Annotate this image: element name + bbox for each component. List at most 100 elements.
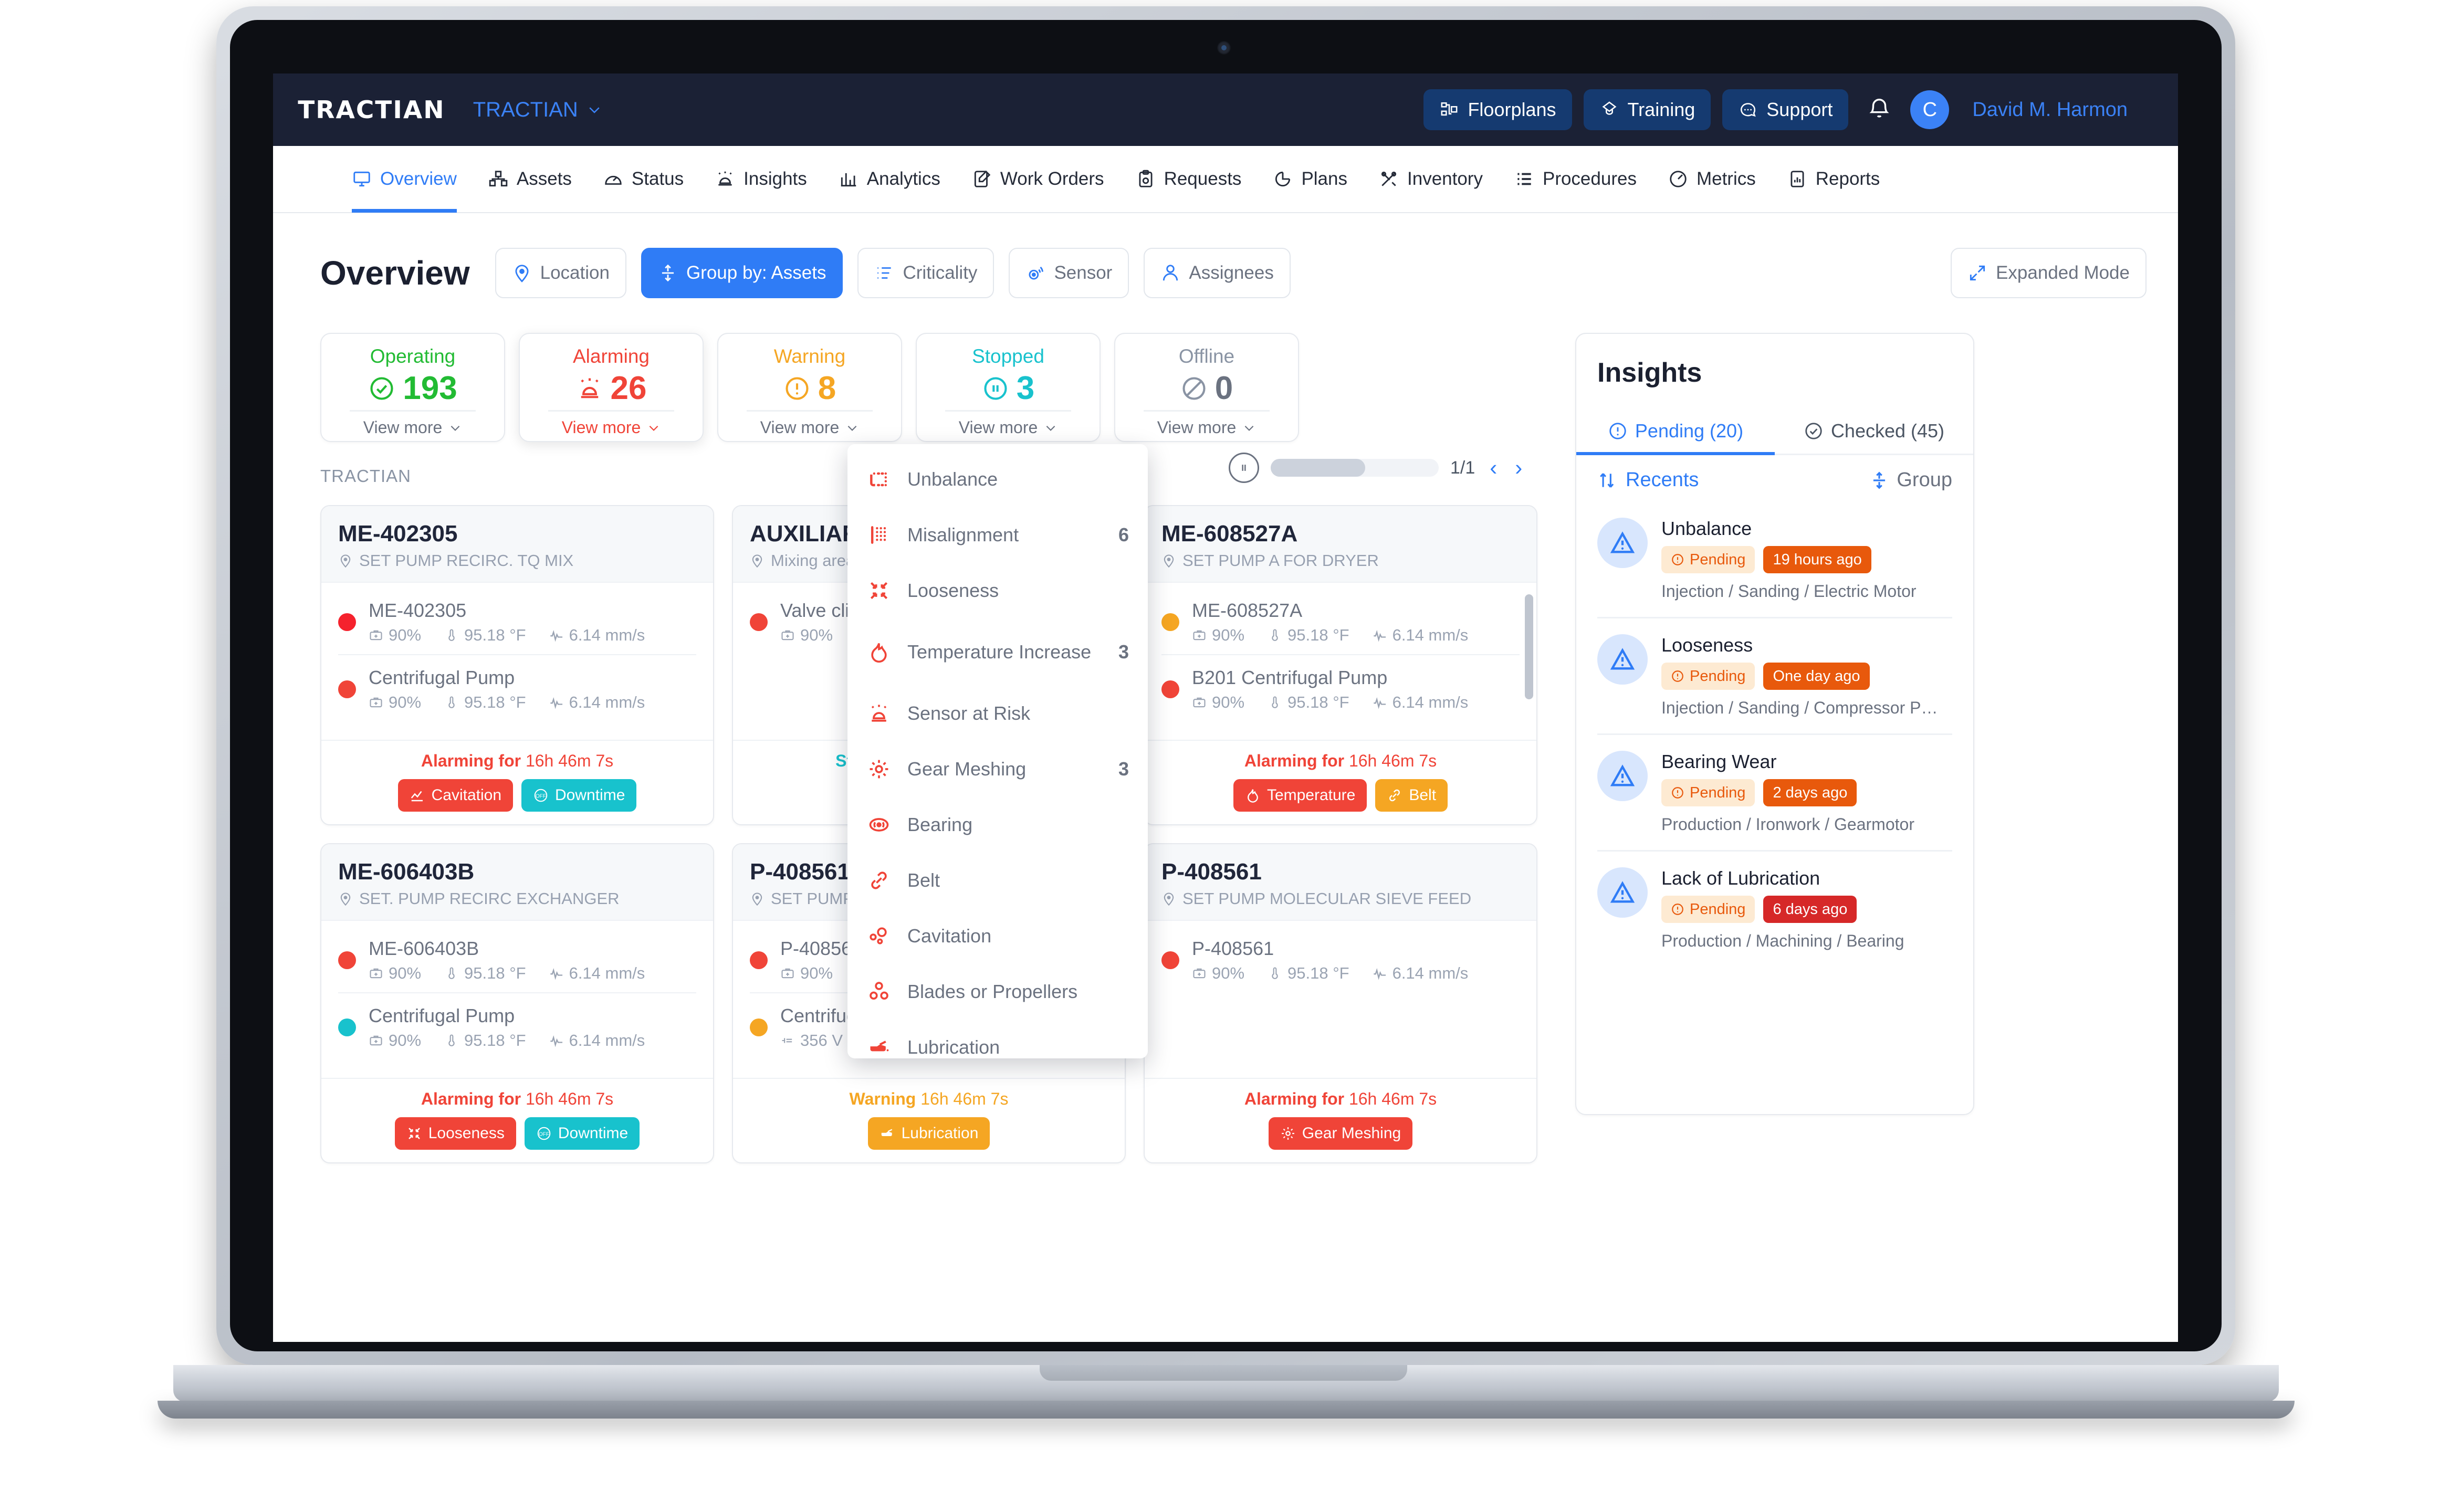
- insights-sort-button[interactable]: Recents: [1597, 469, 1699, 491]
- floorplans-button[interactable]: Floorplans: [1423, 89, 1572, 130]
- insight-item[interactable]: Looseness Pending One day ago Injection …: [1597, 617, 1952, 733]
- asset-row[interactable]: B201 Centrifugal Pump 90% 95.18 °F 6.14 …: [1161, 654, 1520, 721]
- next-page-button[interactable]: ›: [1512, 455, 1525, 480]
- dropdown-item-sensor-at-risk[interactable]: Sensor at Risk: [847, 686, 1148, 741]
- asset-row-name: ME-606403B: [369, 938, 479, 959]
- dropdown-item-looseness[interactable]: Looseness: [847, 563, 1148, 618]
- status-prefix: Warning: [849, 1089, 916, 1108]
- badge-belt[interactable]: Belt: [1375, 779, 1448, 812]
- svg-text:OFF: OFF: [536, 793, 546, 799]
- scrollbar-thumb[interactable]: [1271, 459, 1365, 477]
- tab-inventory[interactable]: Inventory: [1379, 145, 1483, 213]
- org-selector[interactable]: TRACTIAN: [473, 98, 602, 122]
- tab-procedures[interactable]: Procedures: [1514, 145, 1637, 213]
- status-card-value-wrap: 0: [1180, 370, 1233, 407]
- asset-card[interactable]: ME-608527A SET PUMP A FOR DRYER ME-60852…: [1144, 505, 1537, 825]
- dropdown-item-lubrication[interactable]: Lubrication: [847, 1020, 1148, 1058]
- asset-row[interactable]: ME-608527A 90% 95.18 °F 6.14 mm/s: [1161, 588, 1520, 654]
- insight-body: Looseness Pending One day ago Injection …: [1661, 634, 1952, 718]
- tab-status[interactable]: Status: [603, 145, 684, 213]
- training-button[interactable]: Training: [1583, 89, 1711, 130]
- dropdown-item-count: 3: [1118, 641, 1129, 663]
- asset-row[interactable]: Centrifugal Pump 90% 95.18 °F 6.14 mm/s: [338, 654, 696, 721]
- floorplan-icon: [1439, 100, 1459, 120]
- asset-row[interactable]: ME-402305 90% 95.18 °F 6.14 mm/s: [338, 588, 696, 654]
- pie-clock-icon: [1275, 171, 1291, 187]
- asset-card[interactable]: P-408561 SET PUMP MOLECULAR SIEVE FEED P…: [1144, 843, 1537, 1163]
- prev-page-button[interactable]: ‹: [1486, 455, 1500, 480]
- insights-group-button[interactable]: Group: [1869, 469, 1952, 491]
- tab-assets[interactable]: Assets: [488, 145, 572, 213]
- status-card-operating[interactable]: Operating 193 View more: [320, 333, 505, 442]
- dropdown-item-gear-meshing[interactable]: Gear Meshing 3: [847, 741, 1148, 797]
- asset-card[interactable]: ME-606403B SET. PUMP RECIRC EXCHANGER ME…: [320, 843, 714, 1163]
- tab-insights[interactable]: Insights: [715, 145, 807, 213]
- dropdown-item-blades-or-propellers[interactable]: Blades or Propellers: [847, 964, 1148, 1020]
- badge-temperature[interactable]: Temperature: [1233, 779, 1367, 812]
- alarming-failure-mode-dropdown[interactable]: Unbalance Misalignment 6 Looseness Tempe…: [847, 444, 1148, 1058]
- status-card-warning[interactable]: Warning 8 View more: [717, 333, 902, 442]
- status-card-viewmore[interactable]: View more: [959, 418, 1058, 437]
- expanded-mode-button[interactable]: Expanded Mode: [1951, 248, 2147, 298]
- user-menu[interactable]: David M. Harmon: [1972, 99, 2150, 121]
- carousel-scrollbar[interactable]: [1271, 459, 1439, 477]
- filter-assignees-button[interactable]: Assignees: [1144, 248, 1291, 298]
- filter-location-button[interactable]: Location: [495, 248, 626, 298]
- metric-health: 90%: [1192, 626, 1244, 645]
- badge-downtime[interactable]: OFF Downtime: [521, 779, 637, 812]
- badge-looseness[interactable]: Looseness: [394, 1117, 516, 1150]
- insights-tab-checked[interactable]: Checked (45): [1775, 408, 1973, 454]
- asset-card[interactable]: ME-402305 SET PUMP RECIRC. TQ MIX ME-402…: [320, 505, 714, 825]
- card-scrollbar[interactable]: [1525, 594, 1533, 699]
- badge-cavitation[interactable]: Cavitation: [397, 779, 514, 812]
- status-card-viewmore[interactable]: View more: [1157, 418, 1257, 437]
- asset-row[interactable]: ME-606403B 90% 95.18 °F 6.14 mm/s: [338, 926, 696, 992]
- section-label: TRACTIAN: [320, 466, 411, 486]
- insight-path: Production / Ironwork / Gearmotor: [1661, 815, 1914, 834]
- dropdown-item-count: 6: [1118, 524, 1129, 545]
- status-card-label: Stopped: [972, 345, 1044, 367]
- chevron-down-icon: [1244, 425, 1254, 431]
- dropdown-item-bearing[interactable]: Bearing: [847, 797, 1148, 853]
- pause-icon[interactable]: [1229, 453, 1259, 483]
- dropdown-item-unbalance[interactable]: Unbalance: [847, 452, 1148, 507]
- tab-analytics[interactable]: Analytics: [839, 145, 940, 213]
- filter-criticality-button[interactable]: Criticality: [857, 248, 994, 298]
- badge-gear-meshing[interactable]: Gear Meshing: [1268, 1117, 1413, 1150]
- asset-row[interactable]: Centrifugal Pump 90% 95.18 °F 6.14 mm/s: [338, 992, 696, 1059]
- tab-metrics[interactable]: Metrics: [1668, 145, 1756, 213]
- tab-overview[interactable]: Overview: [352, 145, 457, 213]
- dropdown-item-cavitation[interactable]: Cavitation: [847, 908, 1148, 964]
- dropdown-item-belt[interactable]: Belt: [847, 853, 1148, 908]
- insight-item[interactable]: Lack of Lubrication Pending 6 days ago P…: [1597, 850, 1952, 967]
- asset-card-header: ME-608527A SET PUMP A FOR DRYER: [1145, 506, 1536, 583]
- dropdown-item-temperature-increase[interactable]: Temperature Increase 3: [847, 618, 1148, 686]
- insights-tab-pending[interactable]: Pending (20): [1576, 408, 1775, 455]
- badge-lubrication[interactable]: Lubrication: [867, 1117, 990, 1150]
- insight-item[interactable]: Bearing Wear Pending 2 days ago Producti…: [1597, 733, 1952, 850]
- status-card-stopped[interactable]: Stopped 3 View more: [916, 333, 1101, 442]
- filter-sensor-button[interactable]: Sensor: [1009, 248, 1129, 298]
- status-card-viewmore[interactable]: View more: [562, 418, 661, 437]
- asset-row-text: Centrifugal Pump 90% 95.18 °F 6.14 mm/s: [369, 1005, 696, 1050]
- filter-groupby-button[interactable]: Group by: Assets: [641, 248, 843, 298]
- support-button[interactable]: Support: [1722, 89, 1849, 130]
- asset-row[interactable]: P-408561 90% 95.18 °F: [1161, 926, 1520, 992]
- tab-requests[interactable]: Requests: [1136, 145, 1241, 213]
- tab-plans[interactable]: Plans: [1273, 145, 1347, 213]
- status-card-alarming[interactable]: Alarming 26 View more: [519, 333, 704, 442]
- status-card-offline[interactable]: Offline 0 View more: [1114, 333, 1299, 442]
- avatar[interactable]: C: [1910, 90, 1950, 129]
- flame-icon: [1247, 789, 1258, 803]
- tab-reports[interactable]: Reports: [1787, 145, 1880, 213]
- bell-icon[interactable]: [1867, 97, 1891, 123]
- insight-item[interactable]: Unbalance Pending 19 hours ago Injection…: [1597, 502, 1952, 617]
- chevron-down-icon: [589, 107, 600, 113]
- badge-downtime[interactable]: OFF Downtime: [524, 1117, 640, 1150]
- dropdown-item-misalignment[interactable]: Misalignment 6: [847, 507, 1148, 563]
- filter-label: Assignees: [1189, 262, 1274, 283]
- status-card-viewmore[interactable]: View more: [363, 418, 463, 437]
- tab-work-orders[interactable]: Work Orders: [972, 145, 1104, 213]
- status-card-viewmore[interactable]: View more: [760, 418, 860, 437]
- age-badge: 2 days ago: [1763, 779, 1857, 806]
